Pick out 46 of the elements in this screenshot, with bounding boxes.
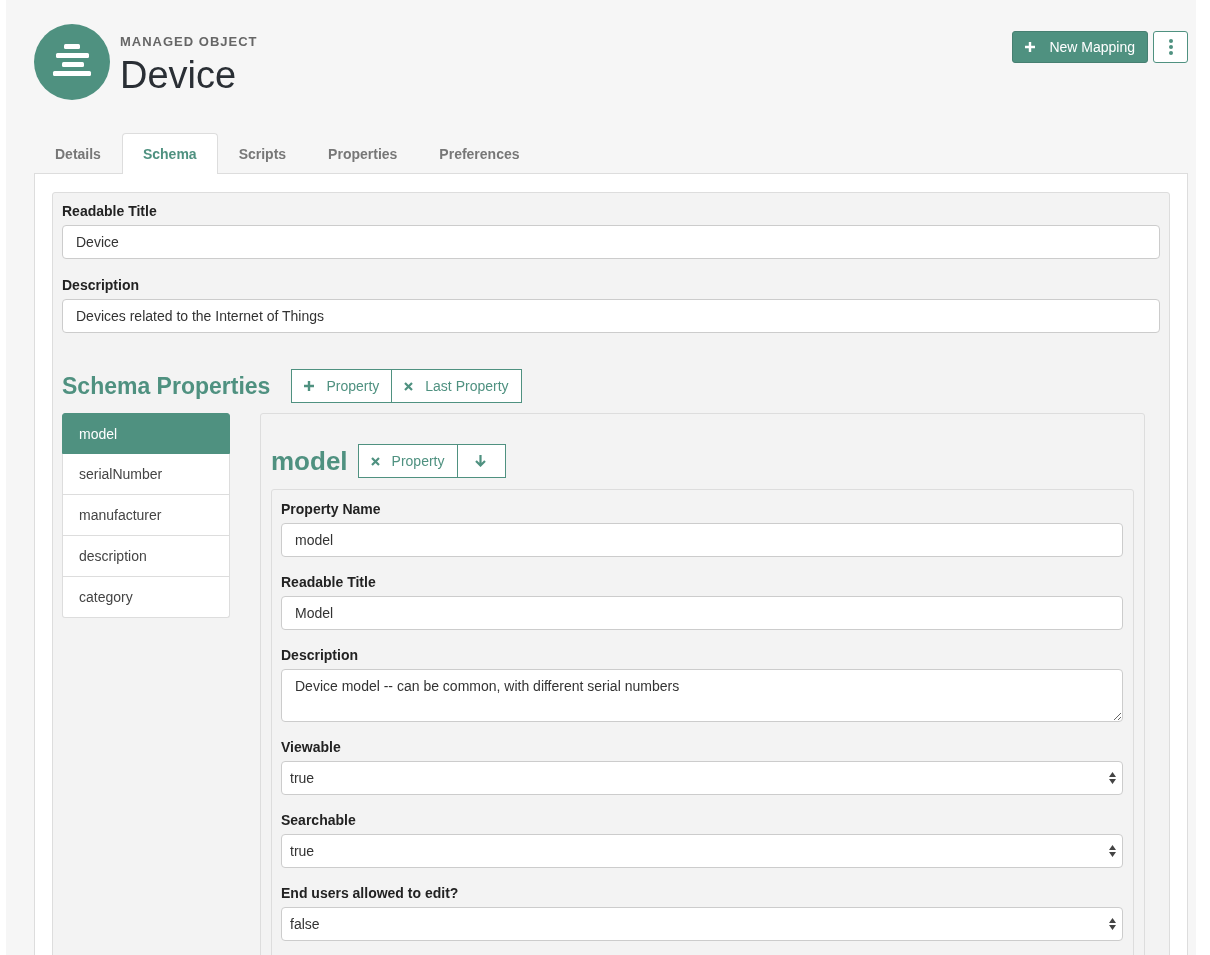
input-field[interactable]: Devices related to the Internet of Things	[62, 299, 1160, 333]
field-label: Description	[62, 277, 140, 293]
text-area[interactable]: Device model -- can be common, with different serial numbers	[281, 669, 1123, 722]
tab[interactable]: Properties	[307, 133, 419, 174]
add-property-button[interactable]: Property	[292, 370, 392, 402]
input-field[interactable]: Device	[62, 225, 1160, 259]
close-icon	[370, 456, 380, 466]
tab[interactable]: Schema	[121, 133, 218, 174]
dropdown[interactable]: true	[281, 834, 1123, 868]
input-field[interactable]: model	[281, 523, 1123, 557]
select-arrows-icon	[1109, 918, 1116, 930]
section-heading: Schema Properties	[62, 372, 271, 400]
field-label: Property Name	[281, 501, 382, 517]
tab[interactable]: Scripts	[217, 133, 308, 174]
remove-property-button[interactable]: Property	[358, 445, 457, 477]
more-icon	[1168, 39, 1173, 55]
field-label: Searchable	[281, 812, 357, 828]
select-arrows-icon	[1109, 845, 1116, 857]
input-field[interactable]: Model	[281, 596, 1123, 630]
dropdown[interactable]: false	[281, 907, 1123, 941]
more-options-button[interactable]	[1153, 31, 1188, 63]
property-heading: model	[271, 445, 348, 477]
plus-icon	[1025, 42, 1036, 52]
dropdown[interactable]: true	[281, 761, 1123, 795]
tab[interactable]: Details	[34, 133, 122, 174]
down-arrow-icon	[474, 455, 486, 467]
field-label: Viewable	[281, 739, 342, 755]
tab[interactable]: Preferences	[418, 133, 541, 174]
property-list-item[interactable]: category	[62, 577, 230, 618]
property-list-item[interactable]: model	[62, 413, 230, 454]
close-icon	[404, 381, 414, 391]
plus-icon	[304, 381, 315, 391]
property-list-item[interactable]: manufacturer	[62, 495, 230, 536]
logo-icon	[34, 24, 110, 100]
select-arrows-icon	[1109, 772, 1116, 784]
move-down-button[interactable]	[456, 445, 505, 477]
new-mapping-button[interactable]: New Mapping	[1012, 31, 1148, 63]
property-list-item[interactable]: description	[62, 536, 230, 577]
object-type-label: MANAGED OBJECT	[120, 34, 258, 49]
field-label: Readable Title	[281, 574, 377, 590]
field-label: End users allowed to edit?	[281, 885, 460, 901]
page-title: Device	[120, 55, 238, 95]
field-label: Readable Title	[62, 203, 158, 219]
remove-property-button[interactable]: Last Property	[391, 370, 521, 402]
field-label: Description	[281, 647, 359, 663]
property-list-item[interactable]: serialNumber	[62, 454, 230, 495]
